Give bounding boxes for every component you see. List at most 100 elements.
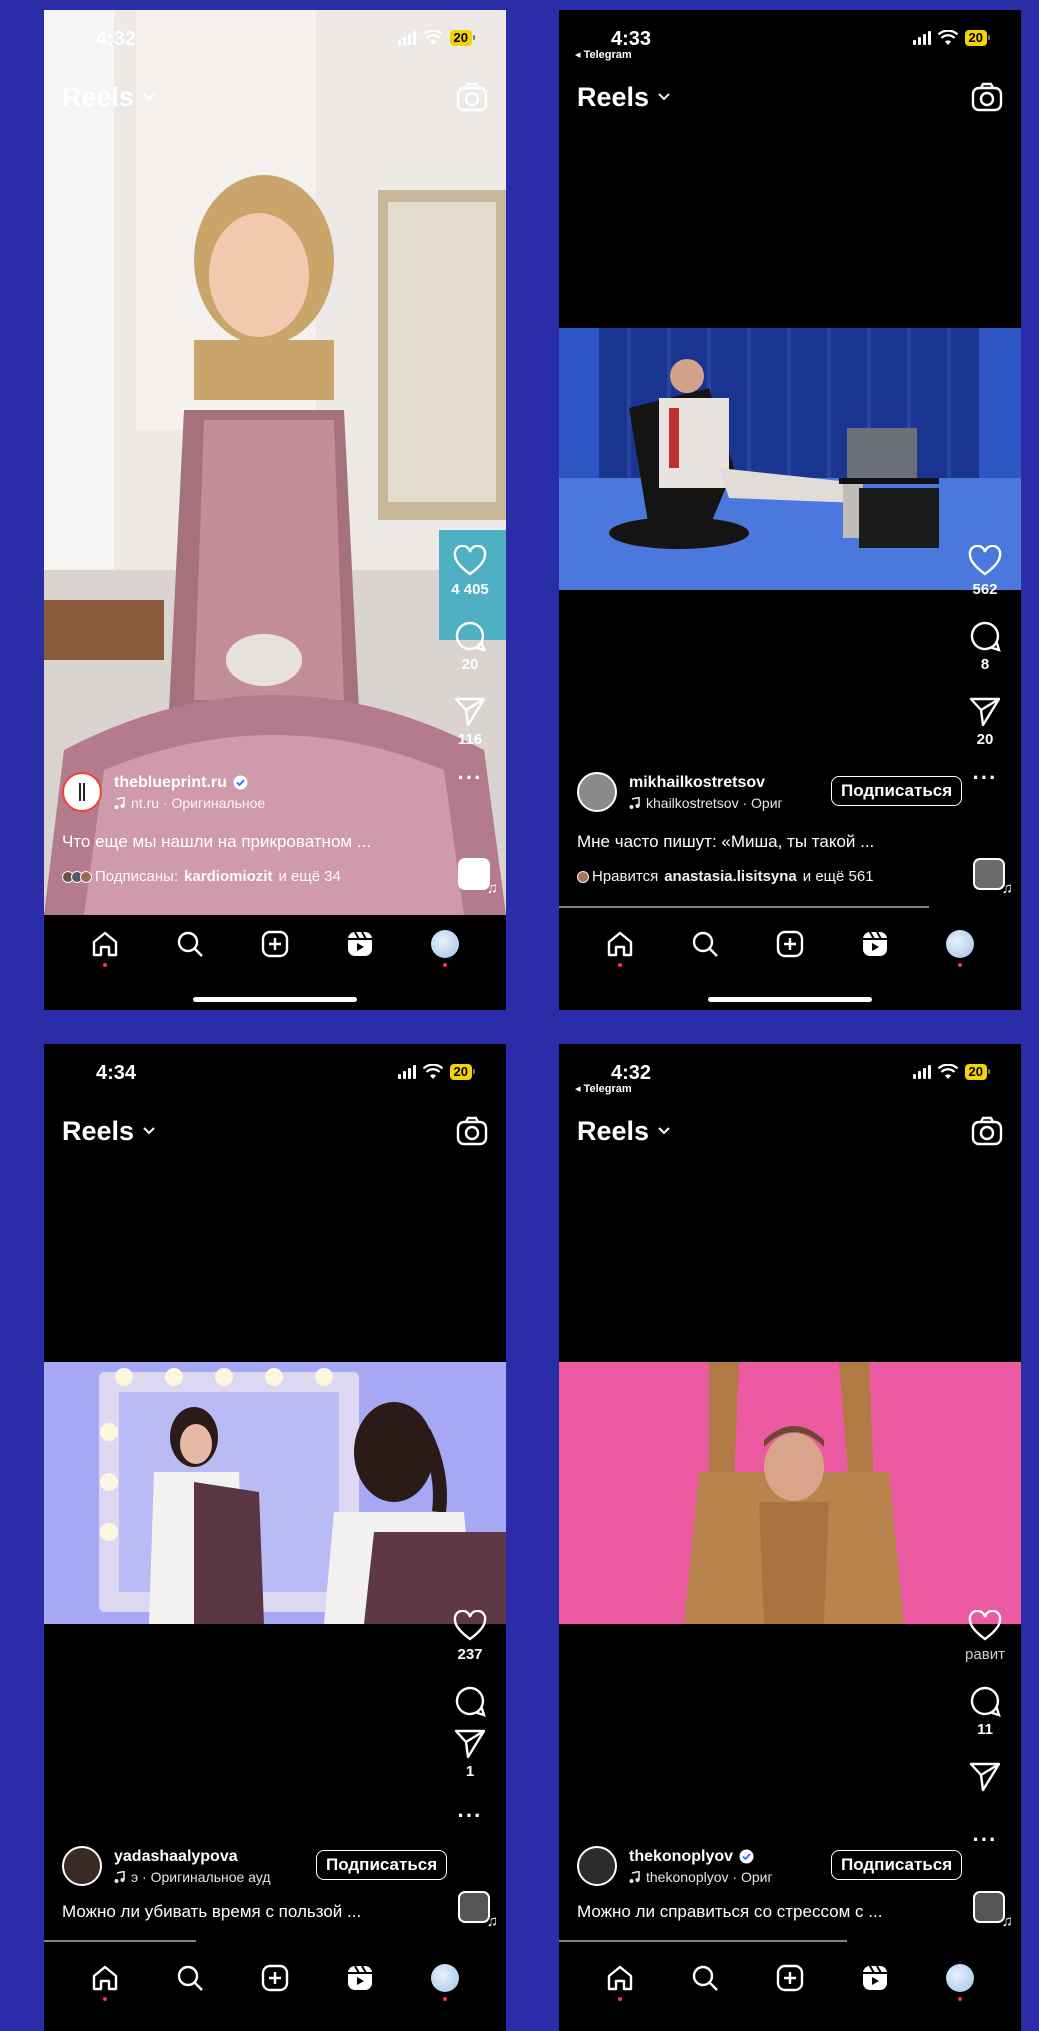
- nav-create[interactable]: [770, 929, 810, 965]
- audio-thumbnail[interactable]: [458, 858, 498, 897]
- like-heart-icon[interactable]: [968, 545, 1002, 577]
- search-icon: [692, 931, 718, 957]
- nav-create[interactable]: [255, 929, 295, 965]
- comment-icon[interactable]: [453, 1685, 487, 1717]
- author-username[interactable]: thekonoplyov: [629, 1848, 733, 1866]
- back-to-app-link[interactable]: ◂ Telegram: [575, 48, 632, 61]
- nav-search[interactable]: [170, 1963, 210, 1999]
- reels-header: Reels: [559, 1116, 1021, 1156]
- more-options-icon[interactable]: ···: [973, 1829, 998, 1851]
- signal-icon: [397, 31, 416, 45]
- comment-icon[interactable]: [453, 620, 487, 652]
- share-send-icon[interactable]: [453, 695, 487, 727]
- video-player[interactable]: [559, 1362, 1021, 1624]
- social-highlight-user[interactable]: kardiomiozit: [184, 868, 272, 885]
- notification-dot: [443, 963, 448, 967]
- nav-search[interactable]: [685, 929, 725, 965]
- share-send-icon[interactable]: [453, 1727, 487, 1759]
- reels-screen-3: 4:34 20 Reels 237 1 ··· yadashaalypova э…: [44, 1044, 506, 2031]
- author-avatar[interactable]: [62, 772, 102, 812]
- video-player[interactable]: [44, 1362, 506, 1624]
- comments-count: 8: [980, 656, 990, 673]
- like-heart-icon[interactable]: [453, 545, 487, 577]
- video-frame: [44, 1362, 506, 1624]
- author-username[interactable]: yadashaalypova: [114, 1848, 238, 1866]
- more-options-icon[interactable]: ···: [458, 767, 483, 789]
- reel-caption[interactable]: Можно ли убивать время с пользой ...: [62, 1902, 361, 1922]
- social-prefix: Подписаны:: [95, 868, 179, 885]
- nav-reels[interactable]: [340, 1963, 380, 1999]
- camera-icon[interactable]: [971, 1116, 1003, 1146]
- reel-caption[interactable]: Что еще мы нашли на прикроватном ...: [62, 832, 371, 852]
- reels-icon: [348, 1965, 373, 1990]
- social-highlight-user[interactable]: anastasia.lisitsyna: [664, 868, 797, 885]
- status-bar: 4:32 ◂ Telegram 20: [559, 1044, 1021, 1114]
- reels-title-dropdown[interactable]: Reels: [577, 1116, 649, 1147]
- follow-button[interactable]: Подписаться: [831, 776, 963, 806]
- status-time: 4:34: [96, 1062, 137, 1084]
- nav-reels[interactable]: [855, 1963, 895, 1999]
- reels-icon: [863, 931, 888, 956]
- reels-title-dropdown[interactable]: Reels: [577, 82, 649, 113]
- comment-icon[interactable]: [968, 620, 1002, 652]
- share-send-icon[interactable]: [968, 695, 1002, 727]
- home-indicator[interactable]: [708, 997, 872, 1002]
- nav-profile[interactable]: [940, 1963, 980, 2001]
- nav-profile[interactable]: [425, 929, 465, 967]
- author-avatar[interactable]: [577, 1846, 617, 1886]
- like-heart-icon[interactable]: [968, 1610, 1002, 1642]
- comment-icon[interactable]: [968, 1685, 1002, 1717]
- add-post-icon: [261, 930, 289, 958]
- more-options-icon[interactable]: ···: [458, 1805, 483, 1827]
- video-progress-bar[interactable]: [559, 1940, 847, 1942]
- audio-thumbnail[interactable]: [458, 1891, 498, 1930]
- bottom-nav: [44, 1949, 506, 2031]
- video-progress-bar[interactable]: [44, 1940, 196, 1942]
- author-avatar[interactable]: [577, 772, 617, 812]
- camera-icon[interactable]: [456, 82, 488, 112]
- reel-caption[interactable]: Мне часто пишут: «Миша, ты такой ...: [577, 832, 874, 852]
- share-send-icon[interactable]: [968, 1760, 1002, 1792]
- home-icon: [607, 931, 632, 957]
- back-to-app-link[interactable]: ◂ Telegram: [575, 1082, 632, 1095]
- reels-title-dropdown[interactable]: Reels: [62, 1116, 134, 1147]
- more-options-icon[interactable]: ···: [973, 767, 998, 789]
- home-indicator[interactable]: [193, 997, 357, 1002]
- audio-track-label[interactable]: э · Оригинальное ауд: [131, 1869, 271, 1885]
- reel-caption[interactable]: Можно ли справиться со стрессом с ...: [577, 1902, 882, 1922]
- video-player[interactable]: [559, 328, 1021, 590]
- author-avatar[interactable]: [62, 1846, 102, 1886]
- nav-create[interactable]: [770, 1963, 810, 1999]
- audio-track-label[interactable]: khailkostretsov · Ориг: [646, 795, 783, 811]
- follow-button[interactable]: Подписаться: [316, 1850, 448, 1880]
- video-progress-bar[interactable]: [559, 906, 929, 908]
- nav-home[interactable]: [600, 929, 640, 967]
- nav-create[interactable]: [255, 1963, 295, 1999]
- profile-avatar: [431, 930, 460, 958]
- nav-home[interactable]: [600, 1963, 640, 2001]
- reel-actions: равит 11 ···: [959, 1610, 1011, 1851]
- follow-button[interactable]: Подписаться: [831, 1850, 963, 1880]
- nav-profile[interactable]: [940, 929, 980, 967]
- audio-track-label[interactable]: thekonoplyov · Ориг: [646, 1869, 773, 1885]
- nav-search[interactable]: [170, 929, 210, 965]
- blueprint-logo-icon: [79, 783, 85, 801]
- add-post-icon: [776, 1964, 804, 1992]
- reels-title-dropdown[interactable]: Reels: [62, 82, 134, 113]
- audio-thumbnail[interactable]: [973, 858, 1013, 897]
- nav-home[interactable]: [85, 1963, 125, 2001]
- nav-search[interactable]: [685, 1963, 725, 1999]
- audio-thumbnail[interactable]: [973, 1891, 1013, 1930]
- author-username[interactable]: theblueprint.ru: [114, 774, 227, 792]
- nav-home[interactable]: [85, 929, 125, 967]
- camera-icon[interactable]: [456, 1116, 488, 1146]
- nav-profile[interactable]: [425, 1963, 465, 2001]
- reels-screen-1: 4:32 20 Reels 4 405 20 116 ··· thebluepr…: [44, 10, 506, 1010]
- audio-track-label[interactable]: nt.ru · Оригинальное: [131, 795, 265, 811]
- like-heart-icon[interactable]: [453, 1610, 487, 1642]
- nav-reels[interactable]: [340, 929, 380, 965]
- camera-icon[interactable]: [971, 82, 1003, 112]
- nav-reels[interactable]: [855, 929, 895, 965]
- likes-count: 562: [972, 581, 998, 598]
- author-username[interactable]: mikhailkostretsov: [629, 774, 765, 792]
